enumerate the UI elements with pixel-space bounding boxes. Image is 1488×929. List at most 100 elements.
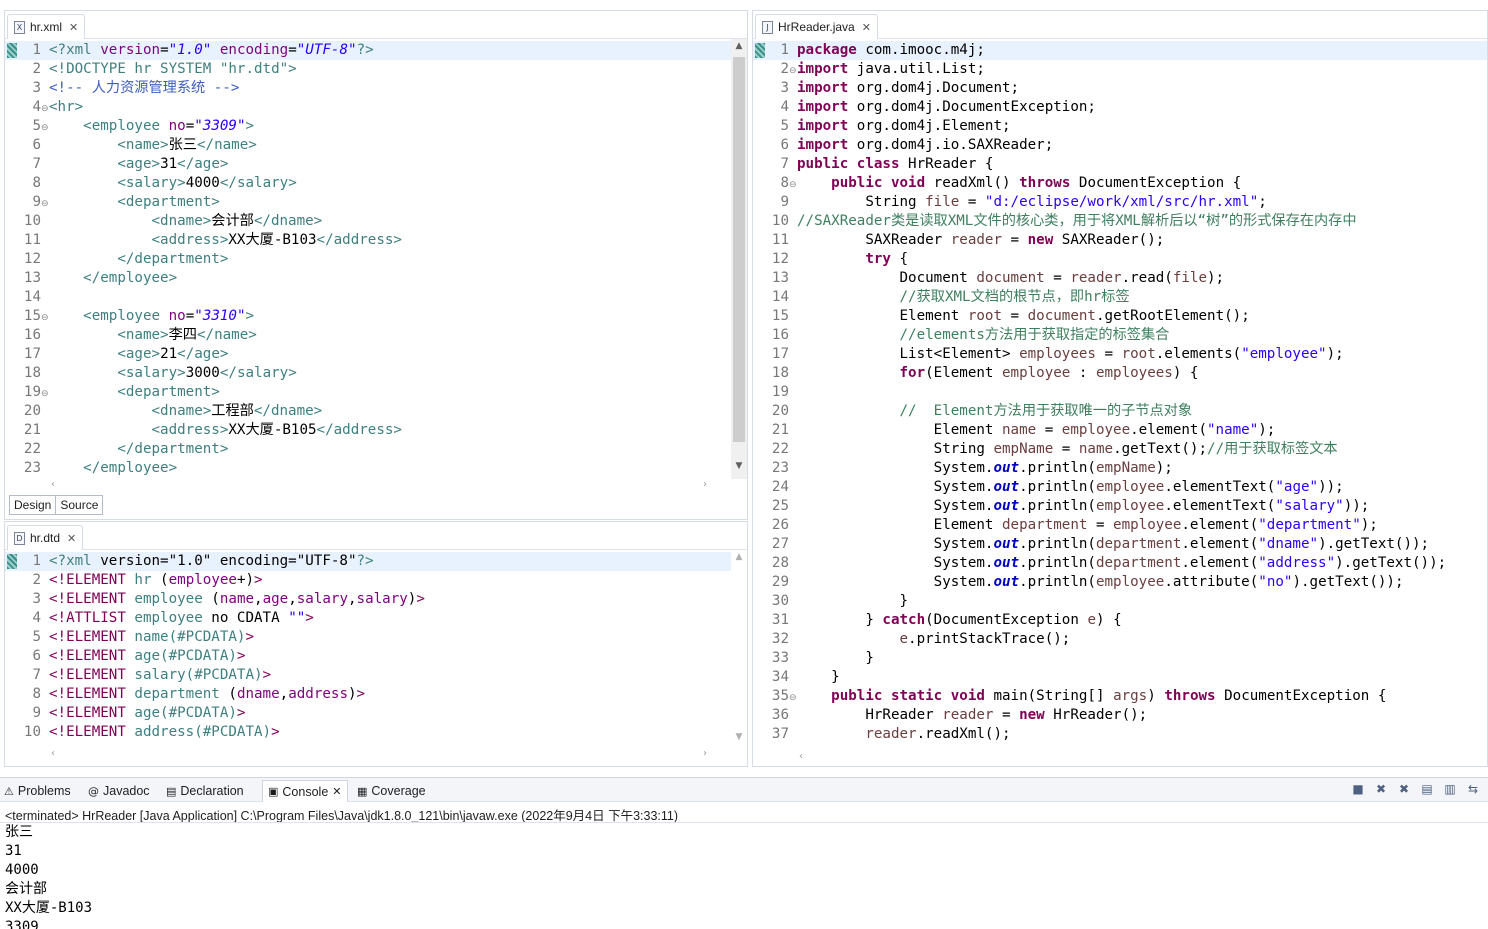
- code-line[interactable]: 14 //获取XML文档的根节点，即hr标签: [753, 288, 1487, 307]
- code-line[interactable]: 35 ⊖ public static void main(String[] arg…: [753, 687, 1487, 706]
- tab-coverage[interactable]: ▦ Coverage: [357, 780, 426, 802]
- code-line[interactable]: 13 Document document = reader.read(file)…: [753, 269, 1487, 288]
- code-line[interactable]: 12 </department>: [5, 250, 731, 269]
- code-line[interactable]: 32 e.printStackTrace();: [753, 630, 1487, 649]
- tab-declaration[interactable]: ▤ Declaration: [166, 780, 244, 802]
- code-line[interactable]: 2 ⊖ import java.util.List;: [753, 60, 1487, 79]
- code-line[interactable]: 15 ⊖ <employee no="3310">: [5, 307, 731, 326]
- scroll-left-icon[interactable]: ‹: [51, 479, 55, 490]
- code-line[interactable]: 1 package com.imooc.m4j;: [753, 41, 1487, 60]
- scroll-left-icon[interactable]: ‹: [51, 748, 55, 759]
- code-line[interactable]: 9 String file = "d:/eclipse/work/xml/src…: [753, 193, 1487, 212]
- scroll-down-icon[interactable]: ▼: [731, 732, 747, 746]
- code-line[interactable]: 15 Element root = document.getRootElemen…: [753, 307, 1487, 326]
- code-line[interactable]: 12 try {: [753, 250, 1487, 269]
- dtd-horizontal-scrollbar[interactable]: ‹ ›: [49, 748, 721, 762]
- code-line[interactable]: 10 <!ELEMENT address(#PCDATA)>: [5, 723, 731, 742]
- code-line[interactable]: 4 <!ATTLIST employee no CDATA "">: [5, 609, 731, 628]
- tab-javadoc[interactable]: @ Javadoc: [88, 780, 150, 802]
- code-line[interactable]: 5 ⊖ <employee no="3309">: [5, 117, 731, 136]
- code-line[interactable]: 31 } catch(DocumentException e) {: [753, 611, 1487, 630]
- dtd-code-editor[interactable]: 1 <?xml version="1.0" encoding="UTF-8"?> 2…: [5, 550, 747, 748]
- xml-vertical-scrollbar[interactable]: ▲ ▼: [731, 39, 747, 479]
- java-code-editor[interactable]: 1 package com.imooc.m4j; 2 ⊖ import java.uti…: [753, 39, 1487, 751]
- word-wrap-icon[interactable]: ⇆: [1464, 782, 1482, 798]
- code-line[interactable]: 9 ⊖ <department>: [5, 193, 731, 212]
- code-line[interactable]: 16 //elements方法用于获取指定的标签集合: [753, 326, 1487, 345]
- code-line[interactable]: 28 System.out.println(department.element…: [753, 554, 1487, 573]
- code-line[interactable]: 6 <name>张三</name>: [5, 136, 731, 155]
- tab-console[interactable]: ▣ Console ✕: [262, 780, 348, 802]
- code-line[interactable]: 23 </employee>: [5, 459, 731, 478]
- code-line[interactable]: 16 <name>李四</name>: [5, 326, 731, 345]
- code-line[interactable]: 34 }: [753, 668, 1487, 687]
- scroll-right-icon[interactable]: ›: [703, 479, 707, 490]
- java-horizontal-scrollbar[interactable]: ‹: [797, 751, 1487, 765]
- code-line[interactable]: 19 ⊖ <department>: [5, 383, 731, 402]
- clear-console-icon[interactable]: ▤: [1418, 782, 1436, 798]
- code-line[interactable]: 36 HrReader reader = new HrReader();: [753, 706, 1487, 725]
- code-line[interactable]: 18 for(Element employee : employees) {: [753, 364, 1487, 383]
- code-line[interactable]: 33 }: [753, 649, 1487, 668]
- code-line[interactable]: 7 <age>31</age>: [5, 155, 731, 174]
- code-line[interactable]: 26 Element department = employee.element…: [753, 516, 1487, 535]
- scroll-down-icon[interactable]: ▼: [731, 461, 747, 475]
- code-line[interactable]: 11 <address>XX大厦-B103</address>: [5, 231, 731, 250]
- code-line[interactable]: 3 import org.dom4j.Document;: [753, 79, 1487, 98]
- code-line[interactable]: 3 <!-- 人力资源管理系统 -->: [5, 79, 731, 98]
- code-line[interactable]: 25 System.out.println(employee.elementTe…: [753, 497, 1487, 516]
- scroll-up-icon[interactable]: ▲: [731, 41, 747, 55]
- tab-hrreader-java[interactable]: J HrReader.java ✕: [755, 14, 878, 39]
- code-line[interactable]: 20 // Element方法用于获取唯一的子节点对象: [753, 402, 1487, 421]
- scroll-up-icon[interactable]: ▲: [731, 552, 747, 566]
- code-line[interactable]: 4 import org.dom4j.DocumentException;: [753, 98, 1487, 117]
- console-output[interactable]: 张三 31 4000 会计部 XX大厦-B103 3309: [5, 823, 92, 929]
- code-line[interactable]: 5 import org.dom4j.Element;: [753, 117, 1487, 136]
- code-line[interactable]: 27 System.out.println(department.element…: [753, 535, 1487, 554]
- code-line[interactable]: 2 <!ELEMENT hr (employee+)>: [5, 571, 731, 590]
- code-line[interactable]: 30 }: [753, 592, 1487, 611]
- scroll-lock-icon[interactable]: ▥: [1441, 782, 1459, 798]
- code-line[interactable]: 2 <!DOCTYPE hr SYSTEM "hr.dtd">: [5, 60, 731, 79]
- code-line[interactable]: 8 <salary>4000</salary>: [5, 174, 731, 193]
- close-icon[interactable]: ✕: [862, 21, 871, 34]
- tab-source[interactable]: Source: [55, 495, 104, 515]
- code-line[interactable]: 18 <salary>3000</salary>: [5, 364, 731, 383]
- code-line[interactable]: 19: [753, 383, 1487, 402]
- tab-hr-dtd[interactable]: D hr.dtd ✕: [7, 525, 84, 550]
- code-line[interactable]: 1 <?xml version="1.0" encoding="UTF-8"?>: [5, 552, 731, 571]
- scroll-right-icon[interactable]: ›: [703, 748, 707, 759]
- close-icon[interactable]: ✕: [332, 785, 341, 798]
- code-line[interactable]: 23 System.out.println(empName);: [753, 459, 1487, 478]
- code-line[interactable]: 37 reader.readXml();: [753, 725, 1487, 744]
- code-line[interactable]: 20 <dname>工程部</dname>: [5, 402, 731, 421]
- tab-problems[interactable]: ⚠ Problems: [4, 780, 71, 802]
- tab-design[interactable]: Design: [9, 495, 57, 515]
- code-line[interactable]: 21 Element name = employee.element("name…: [753, 421, 1487, 440]
- remove-all-icon[interactable]: ✖: [1395, 782, 1413, 798]
- code-line[interactable]: 1 <?xml version="1.0" encoding="UTF-8"?>: [5, 41, 731, 60]
- code-line[interactable]: 5 <!ELEMENT name(#PCDATA)>: [5, 628, 731, 647]
- code-line[interactable]: 7 <!ELEMENT salary(#PCDATA)>: [5, 666, 731, 685]
- close-icon[interactable]: ✕: [69, 21, 78, 34]
- code-line[interactable]: 3 <!ELEMENT employee (name,age,salary,sal…: [5, 590, 731, 609]
- code-line[interactable]: 6 <!ELEMENT age(#PCDATA)>: [5, 647, 731, 666]
- code-line[interactable]: 13 </employee>: [5, 269, 731, 288]
- xml-horizontal-scrollbar[interactable]: ‹ ›: [49, 479, 721, 493]
- code-line[interactable]: 6 import org.dom4j.io.SAXReader;: [753, 136, 1487, 155]
- code-line[interactable]: 4 ⊖ <hr>: [5, 98, 731, 117]
- code-line[interactable]: 22 </department>: [5, 440, 731, 459]
- code-line[interactable]: 7 public class HrReader {: [753, 155, 1487, 174]
- xml-code-editor[interactable]: 1 <?xml version="1.0" encoding="UTF-8"?> 2…: [5, 39, 747, 479]
- code-line[interactable]: 29 System.out.println(employee.attribute…: [753, 573, 1487, 592]
- code-line[interactable]: 14: [5, 288, 731, 307]
- code-line[interactable]: 8 ⊖ public void readXml() throws Document…: [753, 174, 1487, 193]
- code-line[interactable]: 8 <!ELEMENT department (dname,address)>: [5, 685, 731, 704]
- code-line[interactable]: 17 List<Element> employees = root.elemen…: [753, 345, 1487, 364]
- remove-launch-icon[interactable]: ✖: [1372, 782, 1390, 798]
- code-line[interactable]: 24 System.out.println(employee.elementTe…: [753, 478, 1487, 497]
- code-line[interactable]: 22 String empName = name.getText();//用于获…: [753, 440, 1487, 459]
- code-line[interactable]: 17 <age>21</age>: [5, 345, 731, 364]
- scroll-left-icon[interactable]: ‹: [799, 751, 803, 762]
- code-line[interactable]: 21 <address>XX大厦-B105</address>: [5, 421, 731, 440]
